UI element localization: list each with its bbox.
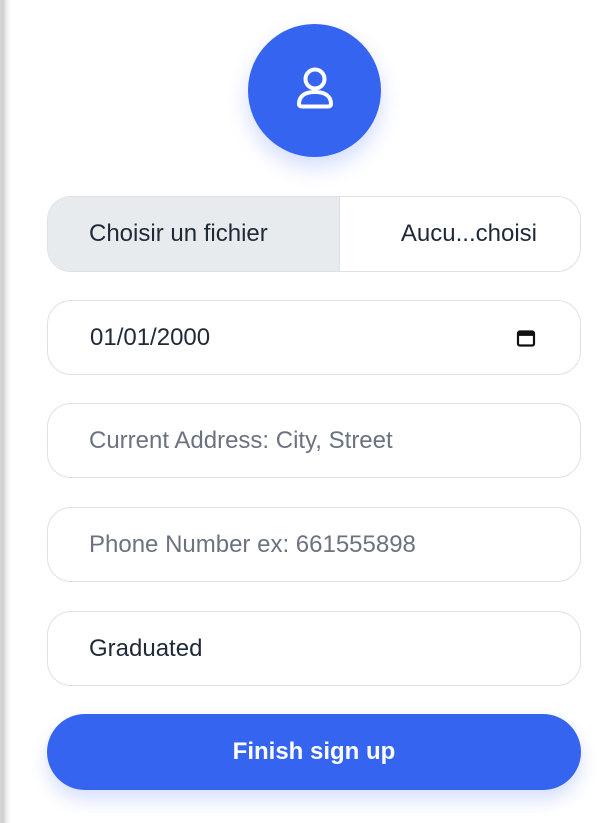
profile-avatar[interactable] (248, 24, 381, 157)
signup-form-panel: Choisir un fichier Aucu...choisi 01/01/2… (0, 0, 601, 823)
phone-placeholder: Phone Number ex: 661555898 (89, 530, 416, 558)
address-input[interactable]: Current Address: City, Street (47, 403, 581, 478)
education-status-field[interactable]: Graduated (47, 611, 581, 686)
address-placeholder: Current Address: City, Street (89, 426, 393, 454)
finish-signup-label: Finish sign up (232, 738, 396, 765)
user-icon (287, 60, 343, 121)
birth-date-value: 01/01/2000 (90, 323, 211, 351)
calendar-icon[interactable] (514, 326, 538, 350)
education-status-value: Graduated (89, 634, 203, 662)
finish-signup-button[interactable]: Finish sign up (47, 714, 581, 790)
choose-file-button[interactable]: Choisir un fichier (48, 197, 340, 271)
birth-date-input[interactable]: 01/01/2000 (47, 300, 581, 375)
phone-input[interactable]: Phone Number ex: 661555898 (47, 507, 581, 582)
choose-file-label: Choisir un fichier (89, 220, 268, 247)
selected-file-status: Aucu...choisi (340, 220, 580, 248)
window-left-edge (0, 0, 11, 823)
file-status-text: Aucu...choisi (400, 220, 537, 247)
file-upload-input[interactable]: Choisir un fichier Aucu...choisi (47, 196, 581, 272)
